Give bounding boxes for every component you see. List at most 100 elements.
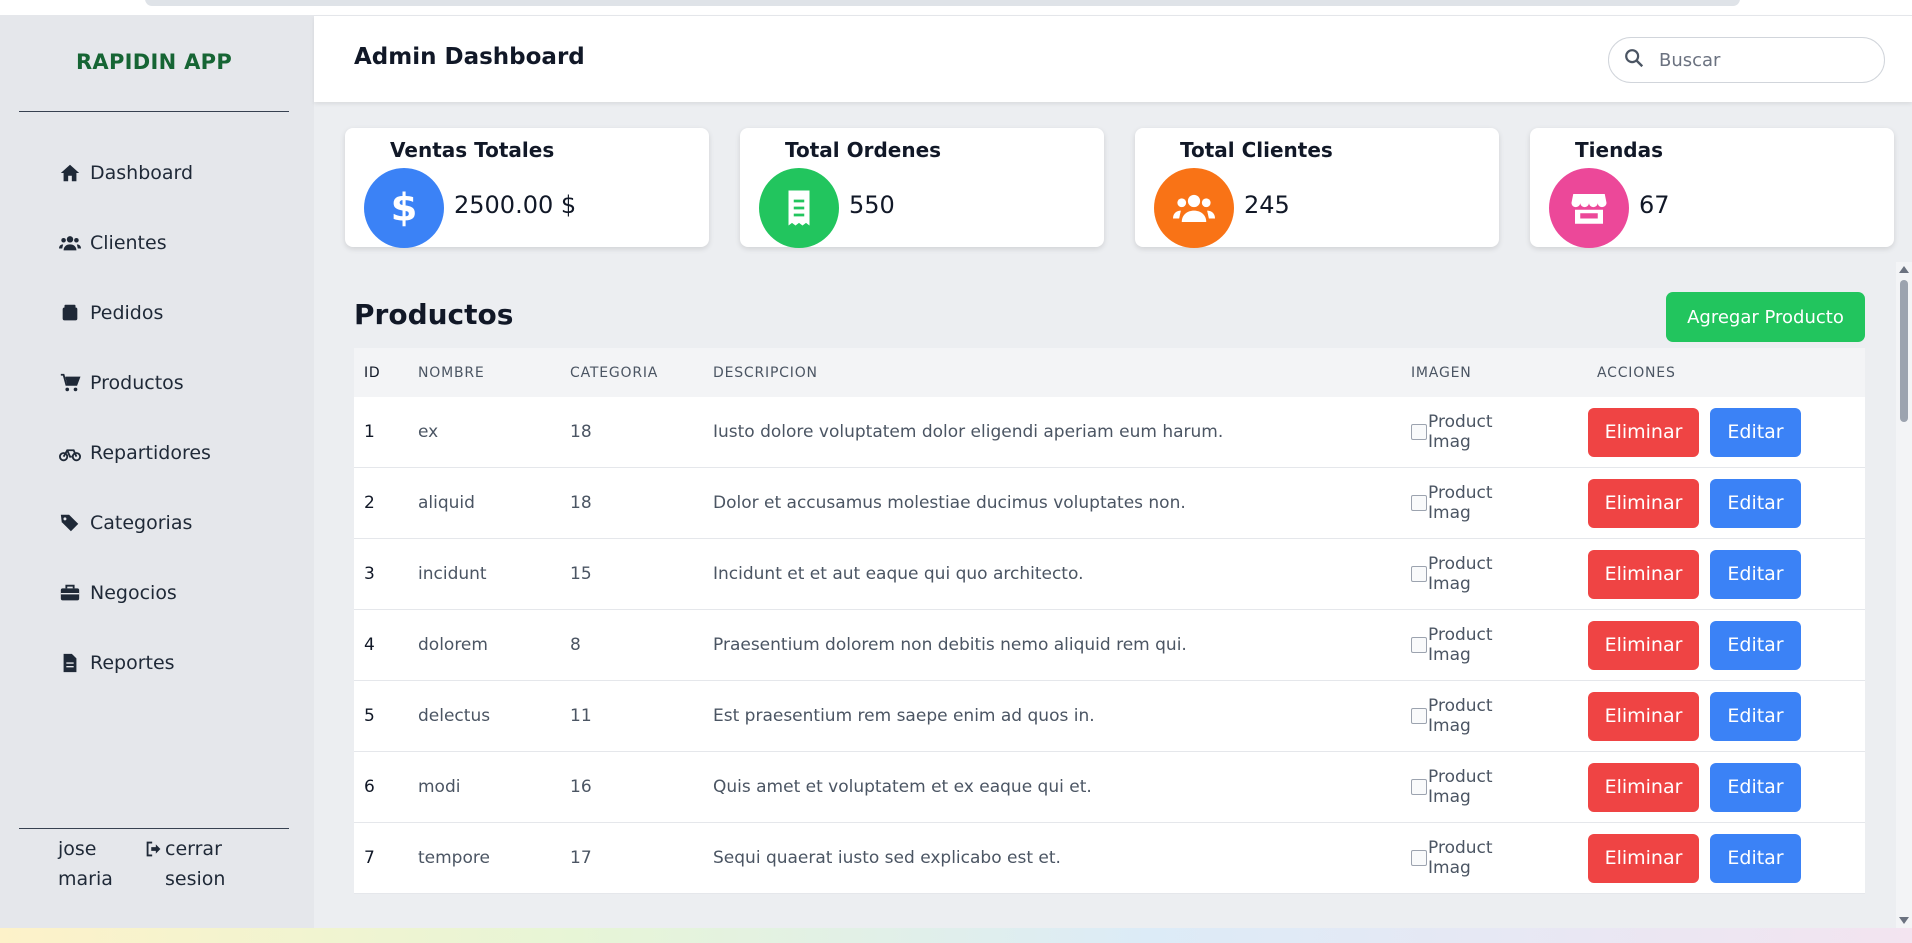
edit-button[interactable]: Editar xyxy=(1710,833,1801,883)
sidebar-divider-top xyxy=(19,111,289,112)
cell-category: 17 xyxy=(570,848,592,868)
search-input[interactable] xyxy=(1659,49,1859,71)
sidebar-item-categorias[interactable]: Categorias xyxy=(0,488,314,558)
sidebar-item-label: Reportes xyxy=(90,652,175,674)
stat-title: Ventas Totales xyxy=(390,138,555,162)
edit-button[interactable]: Editar xyxy=(1710,407,1801,457)
row-actions: Eliminar Editar xyxy=(1588,762,1801,812)
product-image-alt: Product Imag xyxy=(1428,696,1493,736)
taskbar-strip xyxy=(0,928,1912,943)
scrollbar[interactable] xyxy=(1896,262,1912,928)
cell-name: ex xyxy=(418,422,439,442)
delete-button[interactable]: Eliminar xyxy=(1588,762,1699,812)
sidebar-item-label: Negocios xyxy=(90,582,177,604)
cell-category: 16 xyxy=(570,777,592,797)
row-actions: Eliminar Editar xyxy=(1588,620,1801,670)
broken-image-icon xyxy=(1411,495,1427,511)
edit-button[interactable]: Editar xyxy=(1710,620,1801,670)
table-row: 4 dolorem 8 Praesentium dolorem non debitis… xyxy=(354,610,1865,681)
user-name: jose maria xyxy=(58,838,113,890)
store-icon xyxy=(1549,168,1629,248)
cell-name: tempore xyxy=(418,848,490,868)
sidebar-item-repartidores[interactable]: Repartidores xyxy=(0,418,314,488)
product-image-alt: Product Imag xyxy=(1428,625,1493,665)
row-actions: Eliminar Editar xyxy=(1588,407,1801,457)
sidebar-item-pedidos[interactable]: Pedidos xyxy=(0,278,314,348)
bicycle-icon xyxy=(58,441,82,465)
sidebar-item-productos[interactable]: Productos xyxy=(0,348,314,418)
cell-category: 18 xyxy=(570,422,592,442)
stat-card-ordenes: Total Ordenes 550 xyxy=(740,128,1104,248)
table-row: 3 incidunt 15 Incidunt et et aut eaque qui … xyxy=(354,539,1865,610)
stat-value: 245 xyxy=(1244,191,1290,219)
stat-card-ventas: Ventas Totales $ 2500.00 $ xyxy=(345,128,709,248)
column-header-imagen: IMAGEN xyxy=(1411,364,1472,381)
cell-id: 6 xyxy=(364,777,375,797)
edit-button[interactable]: Editar xyxy=(1710,549,1801,599)
search-icon xyxy=(1623,47,1645,73)
sidebar-item-label: Categorias xyxy=(90,512,193,534)
column-header-acciones: ACCIONES xyxy=(1597,364,1676,381)
scroll-up-arrow[interactable] xyxy=(1899,266,1909,273)
product-image: Product Imag xyxy=(1411,483,1537,523)
address-bar xyxy=(145,0,1740,6)
briefcase-icon xyxy=(58,581,82,605)
table-row: 7 tempore 17 Sequi quaerat iusto sed explic… xyxy=(354,823,1865,894)
delete-button[interactable]: Eliminar xyxy=(1588,691,1699,741)
cell-id: 1 xyxy=(364,422,375,442)
broken-image-icon xyxy=(1411,850,1427,866)
cell-category: 11 xyxy=(570,706,592,726)
delete-button[interactable]: Eliminar xyxy=(1588,478,1699,528)
broken-image-icon xyxy=(1411,637,1427,653)
row-actions: Eliminar Editar xyxy=(1588,478,1801,528)
sidebar-item-label: Pedidos xyxy=(90,302,164,324)
products-title: Productos xyxy=(354,298,514,331)
tags-icon xyxy=(58,511,82,535)
search-box[interactable] xyxy=(1608,37,1885,83)
product-image: Product Imag xyxy=(1411,554,1537,594)
column-header-id: ID xyxy=(364,364,381,381)
delete-button[interactable]: Eliminar xyxy=(1588,620,1699,670)
scrollbar-thumb[interactable] xyxy=(1900,280,1908,422)
cell-description: Est praesentium rem saepe enim ad quos i… xyxy=(713,706,1095,726)
sidebar-divider-bottom xyxy=(19,828,289,829)
sidebar-item-clientes[interactable]: Clientes xyxy=(0,208,314,278)
cell-id: 5 xyxy=(364,706,375,726)
table-row: 1 ex 18 Iusto dolore voluptatem dolor elige… xyxy=(354,397,1865,468)
cell-description: Quis amet et voluptatem et ex eaque qui … xyxy=(713,777,1092,797)
cell-description: Incidunt et et aut eaque qui quo archite… xyxy=(713,564,1084,584)
cell-description: Sequi quaerat iusto sed explicabo est et… xyxy=(713,848,1061,868)
table-row: 2 aliquid 18 Dolor et accusamus molestiae d… xyxy=(354,468,1865,539)
svg-text:$: $ xyxy=(391,187,418,229)
column-header-categoria: CATEGORIA xyxy=(570,364,659,381)
home-icon xyxy=(58,161,82,185)
cell-category: 8 xyxy=(570,635,581,655)
edit-button[interactable]: Editar xyxy=(1710,691,1801,741)
logout-label: cerrar sesion xyxy=(165,838,226,890)
sidebar-item-negocios[interactable]: Negocios xyxy=(0,558,314,628)
product-image-alt: Product Imag xyxy=(1428,483,1493,523)
stat-value: 2500.00 $ xyxy=(454,191,577,219)
stat-card-tiendas: Tiendas 67 xyxy=(1530,128,1894,248)
delete-button[interactable]: Eliminar xyxy=(1588,833,1699,883)
table-body: 1 ex 18 Iusto dolore voluptatem dolor elige… xyxy=(354,397,1865,894)
cell-name: dolorem xyxy=(418,635,488,655)
sidebar: RAPIDIN APP Dashboard Clientes Pedidos P… xyxy=(0,16,314,928)
add-product-button[interactable]: Agregar Producto xyxy=(1666,292,1865,342)
edit-button[interactable]: Editar xyxy=(1710,762,1801,812)
products-table: ID NOMBRE CATEGORIA DESCRIPCION IMAGEN A… xyxy=(354,348,1865,894)
broken-image-icon xyxy=(1411,708,1427,724)
edit-button[interactable]: Editar xyxy=(1710,478,1801,528)
cell-name: modi xyxy=(418,777,461,797)
sidebar-nav: Dashboard Clientes Pedidos Productos Rep… xyxy=(0,138,314,698)
cell-id: 3 xyxy=(364,564,375,584)
brand-logo: RAPIDIN APP xyxy=(75,50,233,74)
logout-button[interactable]: cerrar sesion xyxy=(143,834,243,894)
scroll-down-arrow[interactable] xyxy=(1899,917,1909,924)
sidebar-item-reportes[interactable]: Reportes xyxy=(0,628,314,698)
delete-button[interactable]: Eliminar xyxy=(1588,549,1699,599)
sidebar-item-dashboard[interactable]: Dashboard xyxy=(0,138,314,208)
delete-button[interactable]: Eliminar xyxy=(1588,407,1699,457)
users-icon xyxy=(1154,168,1234,248)
product-image-alt: Product Imag xyxy=(1428,412,1493,452)
